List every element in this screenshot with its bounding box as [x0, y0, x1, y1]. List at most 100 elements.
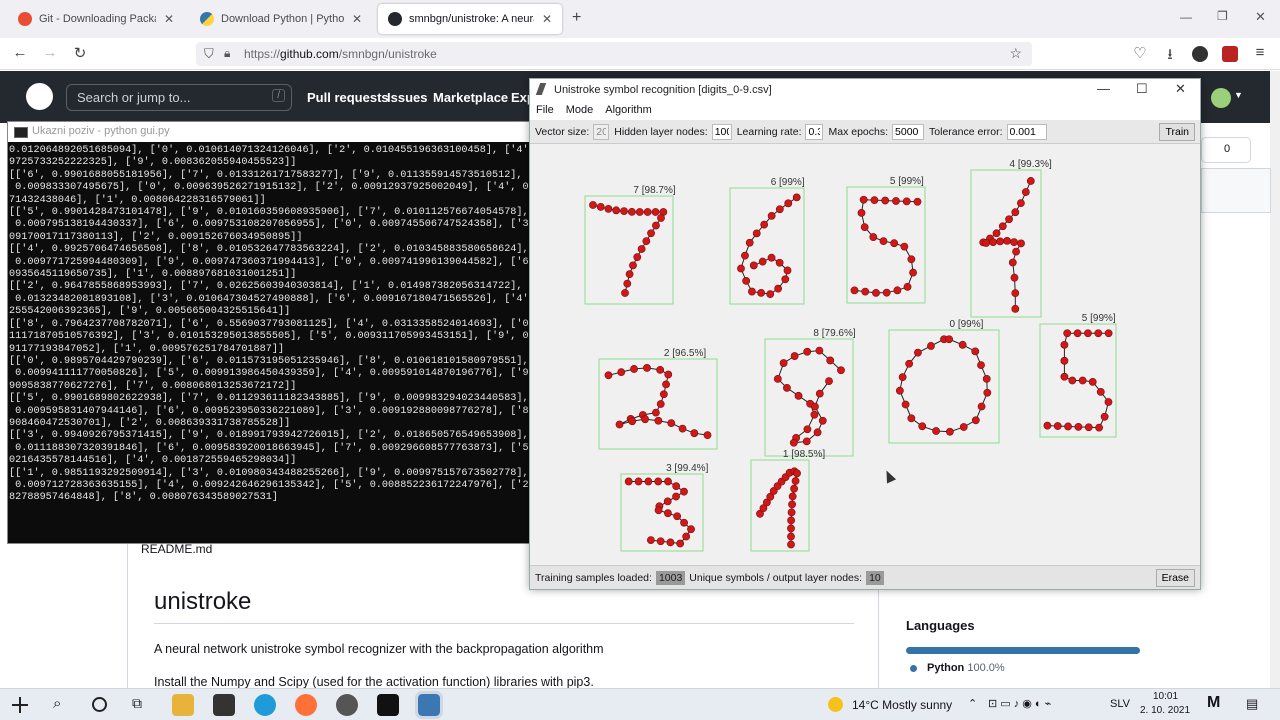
stroke-point — [623, 279, 632, 288]
file-explorer-icon[interactable] — [172, 694, 194, 716]
chevron-down-icon[interactable]: ▼ — [1234, 90, 1243, 100]
page-scrollbar[interactable] — [1270, 71, 1280, 688]
download-icon[interactable]: ⭳ — [1160, 44, 1180, 69]
tab-python-download[interactable]: Download Python | Python.org ✕ — [190, 4, 372, 34]
close-window-icon[interactable]: ✕ — [1255, 9, 1266, 25]
tab-git-download[interactable]: Git - Downloading Package ✕ — [8, 4, 184, 34]
symbol-label: 5 [99%] — [1082, 313, 1116, 324]
stroke-point — [1008, 258, 1017, 267]
python-app-icon[interactable] — [415, 691, 443, 719]
github-search-input[interactable]: Search or jump to... / — [66, 84, 292, 111]
stroke-point — [659, 390, 668, 399]
firefox-icon[interactable] — [295, 694, 317, 716]
stroke-point — [1088, 377, 1097, 386]
symbol-label: 6 [99%] — [771, 177, 805, 188]
stroke-symbol: 1 [98.5%] — [750, 449, 825, 552]
input-language[interactable]: SLV — [1110, 698, 1130, 710]
menu-algorithm[interactable]: Algorithm — [605, 104, 651, 117]
erase-button[interactable]: Erase — [1155, 568, 1195, 587]
stroke-point — [837, 366, 845, 375]
stroke-point — [893, 286, 902, 295]
search-icon[interactable]: ⌕ — [53, 695, 61, 712]
new-tab-icon[interactable]: + — [572, 9, 581, 27]
clock-time[interactable]: 10:01 — [1153, 691, 1178, 702]
stroke-point — [781, 275, 790, 284]
stroke-point — [680, 487, 688, 496]
menu-file[interactable]: File — [536, 104, 554, 117]
language-name[interactable]: Python 100.0% — [927, 662, 1005, 674]
tab-label: smnbgn/unistroke: A neural net — [409, 13, 534, 25]
restore-icon[interactable]: ❐ — [1217, 9, 1228, 23]
stroke-point — [767, 211, 776, 220]
clock-date[interactable]: 2. 10. 2021 — [1140, 705, 1190, 716]
stroke-point — [982, 239, 991, 247]
train-button[interactable]: Train — [1159, 122, 1195, 141]
nav-issues[interactable]: Issues — [387, 90, 427, 105]
stroke-point — [1011, 289, 1020, 298]
drawing-canvas[interactable]: 7 [98.7%] 6 [99%] 5 [99%] 4 [99.3%] 2 [96.5%… — [530, 144, 1200, 564]
stroke-symbol: 0 [99%] — [888, 319, 1000, 444]
extension-icon[interactable] — [1192, 46, 1208, 62]
shield-icon[interactable]: ⛉ — [204, 46, 214, 62]
repo-counter-badge[interactable]: 0 — [1201, 137, 1251, 163]
store-icon[interactable] — [213, 694, 235, 716]
stroke-point — [656, 537, 665, 546]
url-bar[interactable]: ⛉ 🔒︎ https://github.com/smnbgn/unistroke… — [196, 42, 1032, 66]
tolerance-input[interactable] — [1006, 123, 1047, 140]
reload-icon[interactable]: ↻ — [70, 44, 90, 62]
stroke-point — [882, 288, 891, 297]
vector-size-input[interactable] — [593, 123, 610, 140]
pocket-icon[interactable]: ♡ — [1130, 44, 1150, 62]
hidden-nodes-input[interactable] — [711, 123, 732, 140]
stroke-point — [787, 524, 795, 533]
stroke-point — [794, 391, 803, 400]
app-maximize-icon[interactable]: ☐ — [1136, 81, 1148, 97]
weather-text[interactable]: 14°C Mostly sunny — [852, 698, 952, 712]
tray-chevron-icon[interactable]: ⌃ — [968, 697, 977, 710]
task-view-icon[interactable]: ⧉ — [132, 695, 142, 712]
close-tab-icon[interactable]: ✕ — [164, 12, 174, 26]
bookmark-star-icon[interactable]: ☆ — [1009, 45, 1022, 62]
stroke-point — [907, 414, 916, 423]
app-title-bar: Unistroke symbol recognition [digits_0-9… — [530, 79, 1200, 101]
stroke-point — [803, 425, 812, 434]
feather-icon — [535, 83, 547, 95]
stroke-point — [861, 287, 870, 296]
tray-icons[interactable]: ⊡ ▭ ♪ ◉ ◐ ⌁ — [988, 697, 1051, 710]
nav-pull-requests[interactable]: Pull requests — [307, 90, 389, 105]
terminal-icon[interactable] — [377, 694, 399, 716]
nav-marketplace[interactable]: Marketplace — [433, 90, 508, 105]
menu-mode[interactable]: Mode — [566, 104, 594, 117]
stroke-point — [788, 500, 796, 509]
stroke-point — [998, 222, 1007, 231]
stroke-point — [1011, 304, 1020, 313]
stroke-point — [989, 238, 998, 247]
app-minimize-icon[interactable]: — — [1097, 81, 1110, 96]
close-tab-icon[interactable]: ✕ — [352, 12, 362, 26]
learning-rate-input[interactable] — [805, 123, 824, 140]
back-icon[interactable]: ← — [10, 44, 30, 61]
tab-github-unistroke[interactable]: smnbgn/unistroke: A neural net ✕ — [378, 4, 562, 34]
avatar[interactable] — [1211, 88, 1231, 108]
app-close-icon[interactable]: ✕ — [1175, 81, 1186, 97]
forward-icon[interactable]: → — [40, 44, 60, 61]
windows-start-icon[interactable] — [12, 697, 28, 713]
edge-icon[interactable] — [254, 694, 276, 716]
stroke-point — [612, 206, 621, 215]
ublock-icon[interactable] — [1222, 46, 1238, 62]
cortana-icon[interactable] — [92, 697, 107, 712]
stroke-point — [1084, 423, 1093, 432]
stroke-point — [813, 428, 822, 437]
notification-icon[interactable]: ▤ — [1246, 696, 1258, 712]
readme-filename[interactable]: README.md — [141, 542, 212, 556]
max-epochs-input[interactable] — [892, 123, 925, 140]
github-logo-icon[interactable] — [26, 83, 53, 110]
symbols-value: 10 — [866, 570, 884, 585]
symbol-bounding-box — [729, 187, 805, 305]
menu-icon[interactable]: ≡ — [1250, 44, 1270, 61]
language-bar — [906, 647, 1140, 654]
close-tab-icon[interactable]: ✕ — [542, 12, 552, 26]
minimize-icon[interactable]: — — [1180, 10, 1192, 24]
obs-icon[interactable] — [336, 694, 358, 716]
app-m-icon[interactable]: M — [1207, 694, 1220, 712]
